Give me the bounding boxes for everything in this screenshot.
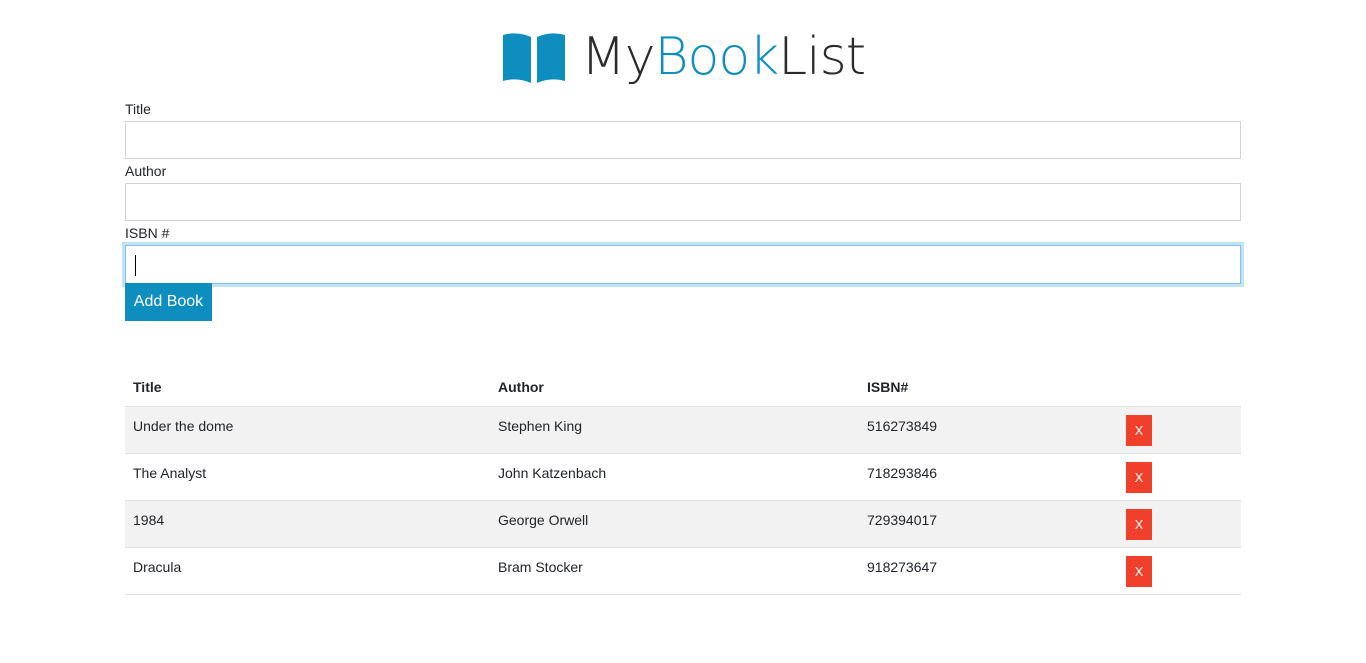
book-author-cell: John Katzenbach: [490, 453, 859, 501]
column-header-isbn: ISBN#: [859, 367, 1118, 407]
actions-cell: X: [1118, 453, 1241, 501]
books-table: Title Author ISBN# Under the dome Stephe…: [125, 367, 1241, 595]
table-header-row: Title Author ISBN#: [125, 367, 1241, 407]
open-book-icon: [502, 33, 565, 83]
add-book-button[interactable]: Add Book: [125, 283, 212, 321]
delete-book-button[interactable]: X: [1126, 508, 1152, 540]
isbn-input[interactable]: [125, 245, 1241, 284]
app-header: MyBookList: [125, 22, 1241, 92]
isbn-label: ISBN #: [125, 225, 170, 241]
actions-cell: X: [1118, 406, 1241, 454]
actions-cell: X: [1118, 500, 1241, 548]
title-input[interactable]: [125, 121, 1241, 159]
table-row: 1984 George Orwell 729394017 X: [125, 500, 1241, 548]
book-isbn-cell: 718293846: [859, 453, 1118, 501]
column-header-author: Author: [490, 367, 859, 407]
column-header-actions: [1118, 367, 1241, 407]
book-author-cell: Bram Stocker: [490, 547, 859, 595]
logo-part-my: My: [580, 27, 656, 87]
author-input[interactable]: [125, 183, 1241, 221]
author-label: Author: [125, 163, 167, 179]
delete-book-button[interactable]: X: [1126, 414, 1152, 446]
delete-book-button[interactable]: X: [1126, 461, 1152, 493]
book-title-cell: 1984: [125, 500, 490, 548]
actions-cell: X: [1118, 547, 1241, 595]
book-title-cell: The Analyst: [125, 453, 490, 501]
book-author-cell: Stephen King: [490, 406, 859, 454]
logo-part-list: List: [778, 27, 866, 87]
book-title-cell: Dracula: [125, 547, 490, 595]
book-isbn-cell: 729394017: [859, 500, 1118, 548]
table-row: The Analyst John Katzenbach 718293846 X: [125, 453, 1241, 501]
book-isbn-cell: 516273849: [859, 406, 1118, 454]
book-author-cell: George Orwell: [490, 500, 859, 548]
text-caret: [135, 255, 136, 276]
app-logo-text: MyBookList: [581, 31, 866, 83]
table-row: Under the dome Stephen King 516273849 X: [125, 406, 1241, 454]
book-title-cell: Under the dome: [125, 406, 490, 454]
table-row: Dracula Bram Stocker 918273647 X: [125, 547, 1241, 595]
book-isbn-cell: 918273647: [859, 547, 1118, 595]
logo-part-book: Book: [654, 27, 779, 87]
delete-book-button[interactable]: X: [1126, 555, 1152, 587]
column-header-title: Title: [125, 367, 490, 407]
title-label: Title: [125, 101, 151, 117]
